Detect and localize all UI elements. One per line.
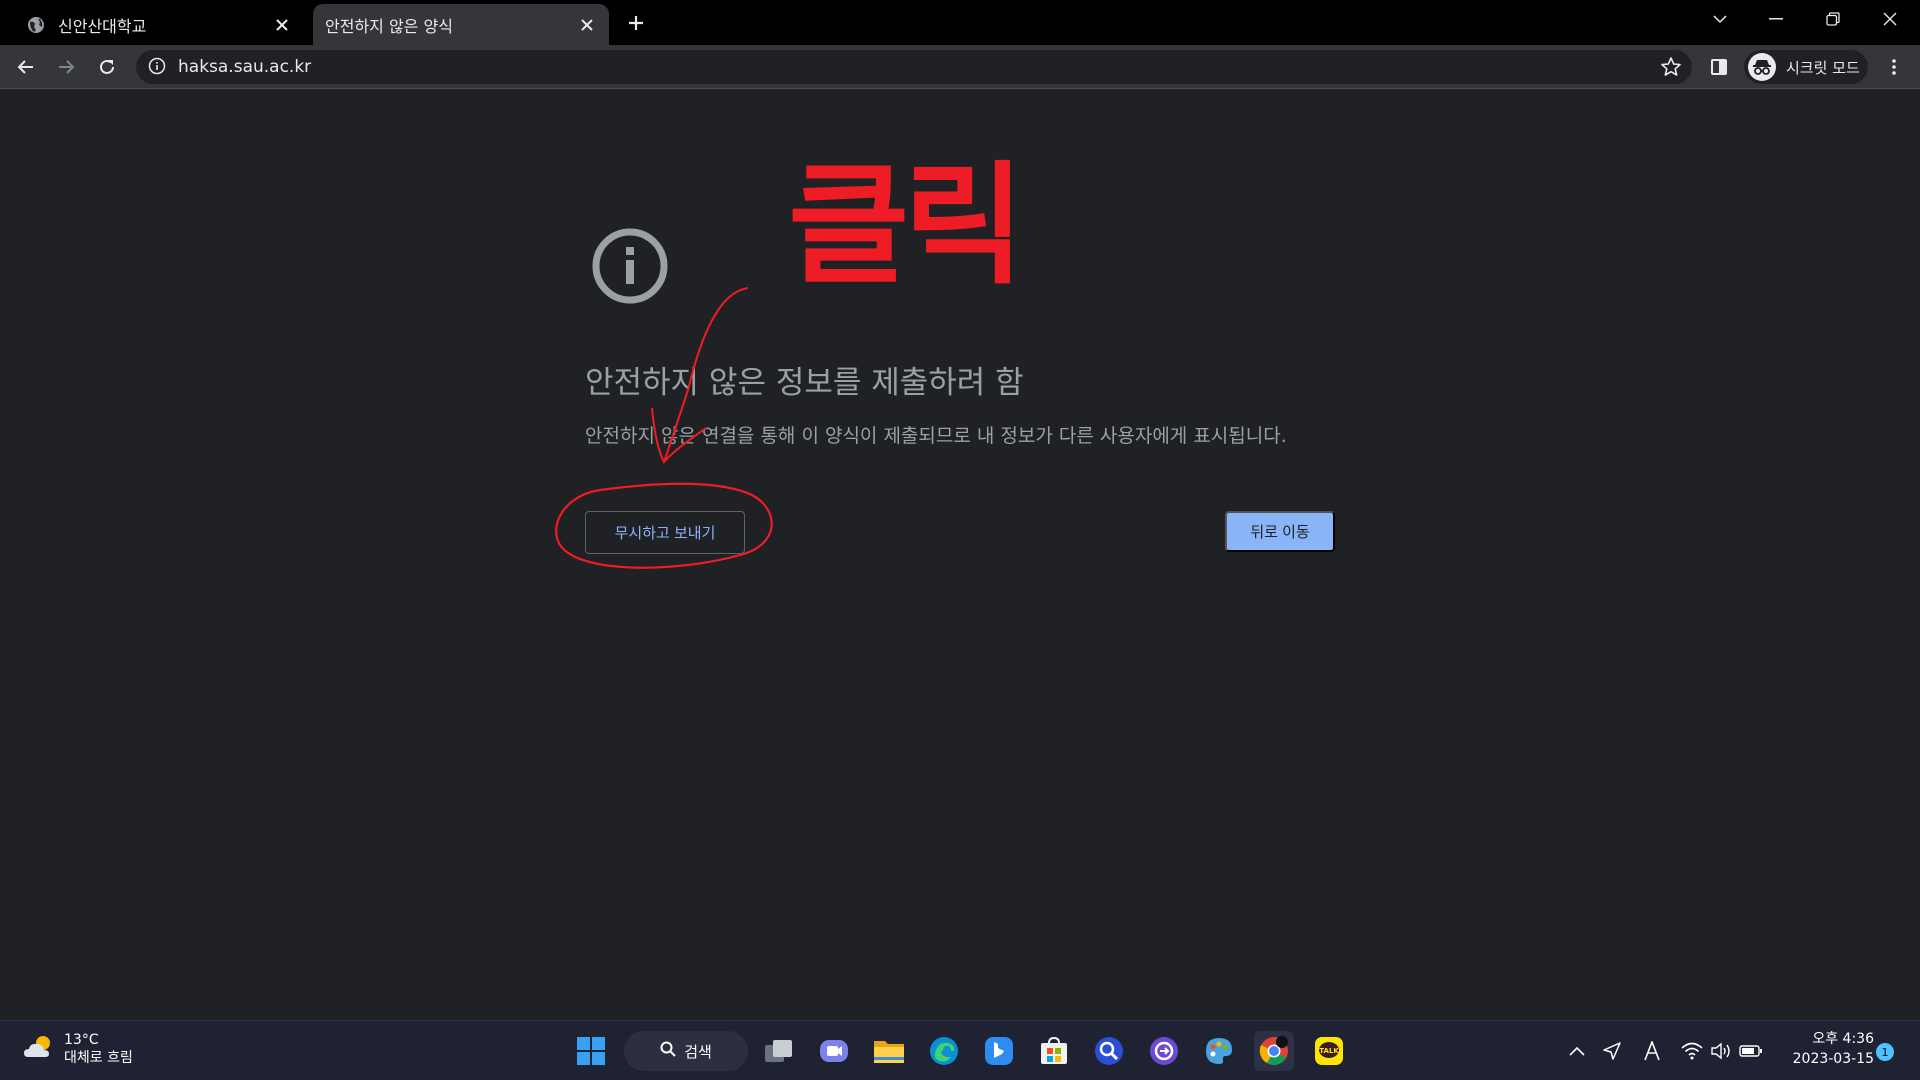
back-arrow-icon[interactable] <box>10 51 42 83</box>
browser-toolbar: haksa.sau.ac.kr 시크릿 모드 <box>0 45 1920 89</box>
send-anyway-button[interactable]: 무시하고 보내기 <box>585 511 745 554</box>
taskbar-search-button[interactable]: 검색 <box>624 1031 748 1071</box>
location-icon[interactable] <box>1600 1039 1624 1063</box>
search-label: 검색 <box>684 1042 712 1061</box>
tab-title: 신안산대학교 <box>58 16 147 36</box>
ime-mode-icon[interactable] <box>1640 1039 1664 1063</box>
info-icon <box>590 226 670 306</box>
clock-time: 오후 4:36 <box>1812 1031 1874 1047</box>
bing-icon[interactable] <box>979 1031 1019 1071</box>
forward-arrow-icon[interactable] <box>50 51 82 83</box>
tab-shinansan[interactable]: 신안산대학교 <box>10 4 304 45</box>
weather-temp: 13°C <box>64 1032 99 1048</box>
tab-strip: 신안산대학교 안전하지 않은 양식 <box>0 0 1920 45</box>
url-text: haksa.sau.ac.kr <box>178 57 312 77</box>
search-icon <box>660 1041 676 1061</box>
paint-icon[interactable] <box>1199 1031 1239 1071</box>
page-heading: 안전하지 않은 정보를 제출하려 함 <box>585 365 1024 401</box>
battery-icon[interactable] <box>1739 1039 1763 1063</box>
bookmark-star-icon[interactable] <box>1660 56 1682 78</box>
taskbar: 13°C 대체로 흐림 검색 TALK 오후 4:36 2023-03-15 1 <box>0 1020 1920 1080</box>
svg-text:TALK: TALK <box>1319 1047 1339 1055</box>
wifi-icon[interactable] <box>1680 1039 1704 1063</box>
kakaotalk-icon[interactable]: TALK <box>1309 1031 1349 1071</box>
notification-badge[interactable]: 1 <box>1876 1043 1894 1061</box>
start-icon[interactable] <box>571 1031 611 1071</box>
store-icon[interactable] <box>1034 1031 1074 1071</box>
site-info-icon[interactable] <box>148 57 168 77</box>
incognito-badge[interactable]: 시크릿 모드 <box>1744 50 1868 84</box>
reload-icon[interactable] <box>91 51 123 83</box>
minimize-icon[interactable] <box>1748 0 1804 38</box>
clock-date: 2023-03-15 <box>1792 1051 1874 1067</box>
incognito-icon <box>1748 53 1776 81</box>
volume-icon[interactable] <box>1709 1039 1733 1063</box>
system-clock[interactable]: 오후 4:36 2023-03-15 <box>1778 1029 1874 1069</box>
close-window-icon[interactable] <box>1862 0 1918 38</box>
chrome-icon[interactable] <box>1254 1031 1294 1071</box>
globe-icon <box>26 15 46 35</box>
cloud-sun-icon <box>22 1033 56 1065</box>
address-bar[interactable]: haksa.sau.ac.kr <box>136 50 1692 84</box>
file-explorer-icon[interactable] <box>869 1031 909 1071</box>
chevron-up-icon[interactable] <box>1565 1039 1589 1063</box>
weather-widget[interactable]: 13°C 대체로 흐림 <box>22 1031 133 1067</box>
incognito-label: 시크릿 모드 <box>1786 58 1860 77</box>
edge-icon[interactable] <box>924 1031 964 1071</box>
annotation-click-text: 클릭 <box>788 149 1025 303</box>
weather-condition: 대체로 흐림 <box>64 1050 133 1066</box>
search-app-icon[interactable] <box>1089 1031 1129 1071</box>
page-description: 안전하지 않은 연결을 통해 이 양식이 제출되므로 내 정보가 다른 사용자에… <box>585 425 1287 447</box>
task-view-icon[interactable] <box>759 1031 799 1071</box>
close-icon[interactable] <box>575 13 599 37</box>
side-panel-icon[interactable] <box>1703 51 1735 83</box>
chat-icon[interactable] <box>814 1031 854 1071</box>
close-icon[interactable] <box>270 13 294 37</box>
more-menu-icon[interactable] <box>1878 51 1910 83</box>
restore-icon[interactable] <box>1805 0 1861 38</box>
tab-search-icon[interactable] <box>1692 0 1748 38</box>
tab-insecure-form[interactable]: 안전하지 않은 양식 <box>313 4 609 45</box>
copilot-icon[interactable] <box>1144 1031 1184 1071</box>
new-tab-button[interactable] <box>622 8 650 36</box>
go-back-button[interactable]: 뒤로 이동 <box>1225 511 1335 552</box>
tab-title: 안전하지 않은 양식 <box>325 16 453 36</box>
